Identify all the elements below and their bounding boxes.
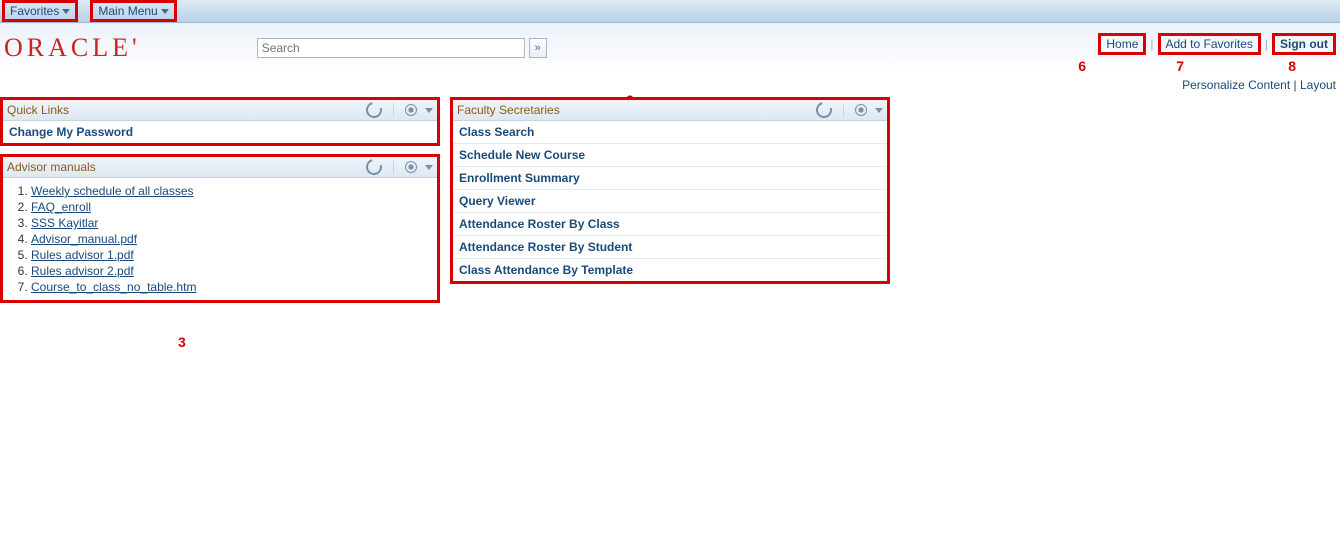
chevron-down-icon [62, 9, 70, 14]
content-area: Quick Links Change My Password Advisor m… [0, 99, 1340, 313]
pagelet-title: Quick Links [7, 103, 366, 117]
faclink-schedule-new-course[interactable]: Schedule New Course [453, 144, 887, 167]
separator [843, 103, 844, 117]
chevron-down-icon [161, 9, 169, 14]
manual-link[interactable]: SSS Kayitlar [31, 216, 98, 230]
sign-out-link[interactable]: Sign out [1274, 35, 1334, 53]
faclink-attendance-roster-class[interactable]: Attendance Roster By Class [453, 213, 887, 236]
right-column: Faculty Secretaries Class Search Schedul… [452, 99, 888, 313]
annotation-6: 6 [1078, 58, 1086, 74]
manual-link[interactable]: Course_to_class_no_table.htm [31, 280, 196, 294]
chevron-down-icon[interactable] [425, 165, 433, 170]
pagelet-body: Change My Password [3, 121, 437, 143]
oracle-logo: ORACLE' [4, 33, 137, 63]
annotation-8: 8 [1288, 58, 1296, 74]
pagelet-title: Advisor manuals [7, 160, 366, 174]
header-links: Home | Add to Favorites | Sign out [1100, 35, 1334, 53]
pagelet-header: Advisor manuals [3, 157, 437, 178]
personalize-layout-link[interactable]: Layout [1300, 78, 1336, 92]
top-nav-bar: Favorites Main Menu [0, 0, 1340, 23]
separator: | [1150, 37, 1153, 51]
personalize-content-link[interactable]: Content [1248, 78, 1290, 92]
manual-link[interactable]: FAQ_enroll [31, 200, 91, 214]
faclink-class-attendance-template[interactable]: Class Attendance By Template [453, 259, 887, 281]
faclink-enrollment-summary[interactable]: Enrollment Summary [453, 167, 887, 190]
pagelet-header: Quick Links [3, 100, 437, 121]
quick-link-change-password[interactable]: Change My Password [3, 121, 437, 143]
main-menu[interactable]: Main Menu [92, 2, 174, 20]
chevron-down-icon[interactable] [425, 108, 433, 113]
pagelet-advisor-manuals: Advisor manuals Weekly schedule of all c… [2, 156, 438, 301]
list-item: Weekly schedule of all classes [31, 184, 437, 198]
manual-link[interactable]: Advisor_manual.pdf [31, 232, 137, 246]
manual-link[interactable]: Weekly schedule of all classes [31, 184, 194, 198]
personalize-bar: Personalize Content | Layout [1182, 78, 1336, 92]
favorites-menu[interactable]: Favorites [4, 2, 76, 20]
faclink-class-search[interactable]: Class Search [453, 121, 887, 144]
refresh-icon[interactable] [363, 99, 385, 121]
branding-row: ORACLE' » Home | Add to Favorites | Sign… [0, 23, 1340, 73]
advisor-manuals-list: Weekly schedule of all classes FAQ_enrol… [31, 184, 437, 294]
pagelet-faculty-secretaries: Faculty Secretaries Class Search Schedul… [452, 99, 888, 282]
global-search: » [257, 38, 547, 58]
list-item: SSS Kayitlar [31, 216, 437, 230]
faclink-attendance-roster-student[interactable]: Attendance Roster By Student [453, 236, 887, 259]
separator [393, 103, 394, 117]
pagelet-body: Weekly schedule of all classes FAQ_enrol… [3, 184, 437, 294]
list-item: Advisor_manual.pdf [31, 232, 437, 246]
separator: | [1265, 37, 1268, 51]
annotation-3: 3 [178, 334, 186, 350]
search-go-button[interactable]: » [529, 38, 547, 58]
separator [393, 160, 394, 174]
pagelet-header: Faculty Secretaries [453, 100, 887, 121]
pagelet-header-icons [366, 159, 433, 175]
left-column: Quick Links Change My Password Advisor m… [2, 99, 438, 313]
pagelet-header-icons [366, 102, 433, 118]
gear-icon[interactable] [405, 161, 417, 173]
pagelet-header-icons [816, 102, 883, 118]
pagelet-body: Class Search Schedule New Course Enrollm… [453, 121, 887, 281]
manual-link[interactable]: Rules advisor 2.pdf [31, 264, 134, 278]
faclink-query-viewer[interactable]: Query Viewer [453, 190, 887, 213]
refresh-icon[interactable] [813, 99, 835, 121]
add-to-favorites-link[interactable]: Add to Favorites [1160, 35, 1259, 53]
annotation-7: 7 [1176, 58, 1184, 74]
list-item: Course_to_class_no_table.htm [31, 280, 437, 294]
favorites-menu-label: Favorites [10, 4, 59, 18]
list-item: Rules advisor 1.pdf [31, 248, 437, 262]
personalize-link[interactable]: Personalize [1182, 78, 1245, 92]
main-menu-label: Main Menu [98, 4, 157, 18]
list-item: Rules advisor 2.pdf [31, 264, 437, 278]
list-item: FAQ_enroll [31, 200, 437, 214]
pagelet-title: Faculty Secretaries [457, 103, 816, 117]
refresh-icon[interactable] [363, 156, 385, 178]
home-link[interactable]: Home [1100, 35, 1144, 53]
manual-link[interactable]: Rules advisor 1.pdf [31, 248, 134, 262]
pagelet-quick-links: Quick Links Change My Password [2, 99, 438, 144]
search-input[interactable] [257, 38, 525, 58]
gear-icon[interactable] [405, 104, 417, 116]
gear-icon[interactable] [855, 104, 867, 116]
chevron-down-icon[interactable] [875, 108, 883, 113]
